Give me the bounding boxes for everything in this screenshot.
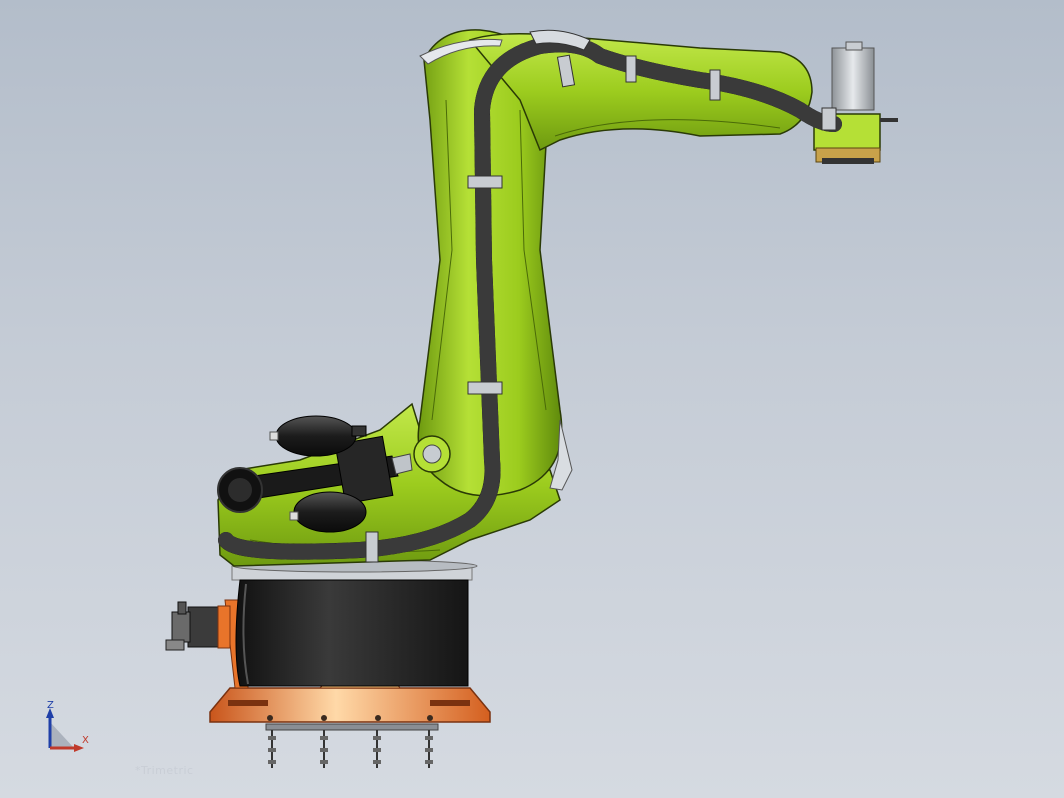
view-orientation-label: *Trimetric: [135, 764, 194, 777]
triad-z-label: Z: [47, 700, 54, 711]
wrist-assembly[interactable]: [813, 41, 898, 164]
cable-clamp: [365, 531, 379, 563]
robot-model[interactable]: [0, 0, 1064, 798]
cable-clamp: [821, 107, 837, 131]
graphics-viewport[interactable]: Z X *Trimetric: [0, 0, 1064, 798]
turret-drum[interactable]: [231, 559, 478, 687]
power-connector[interactable]: [165, 601, 231, 651]
cable-clamp: [709, 69, 721, 101]
anchor-bolts: [265, 723, 439, 768]
cable-clamp: [467, 381, 503, 395]
cable-clamp: [625, 55, 637, 83]
triad-x-label: X: [82, 735, 89, 746]
wrist-motor: [831, 47, 875, 111]
cable-clamp: [467, 175, 503, 189]
